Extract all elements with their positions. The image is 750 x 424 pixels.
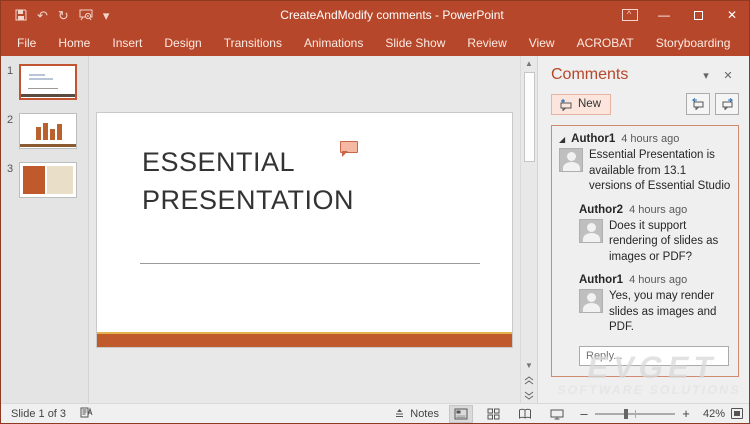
comment-thread[interactable]: ◢ Author1 4 hours ago Essential Presenta…: [551, 125, 739, 377]
panel-close-icon[interactable]: ✕: [717, 69, 739, 82]
ribbon-tab-row: File Home Insert Design Transitions Anim…: [1, 29, 749, 56]
zoom-slider[interactable]: [595, 413, 675, 415]
comment-header: ◢ Author1 4 hours ago: [559, 133, 731, 145]
reply-text: Yes, you may render slides as images and…: [609, 289, 731, 336]
slide-editor: ESSENTIAL PRESENTATION ▲ ▼: [89, 56, 537, 403]
fit-slide-to-window-button[interactable]: [731, 408, 743, 419]
maximize-button[interactable]: [681, 1, 715, 29]
title-bar: ↶ ↻ ▾ CreateAndModify comments - PowerPo…: [1, 1, 749, 29]
undo-icon[interactable]: ↶: [37, 9, 48, 22]
save-icon[interactable]: [15, 9, 27, 21]
slide-canvas[interactable]: ESSENTIAL PRESENTATION: [96, 112, 513, 348]
vertical-scrollbar[interactable]: ▲ ▼: [520, 56, 537, 403]
window-title: CreateAndModify comments - PowerPoint: [171, 8, 613, 22]
comment-marker-icon[interactable]: [340, 141, 358, 153]
ribbon-display-options-button[interactable]: [613, 1, 647, 29]
slide-thumbnail-pane: 1 2 3: [1, 56, 89, 403]
thumbnail-3-preview: [19, 162, 77, 198]
reply-text: Does it support rendering of slides as i…: [609, 219, 731, 266]
reading-view-button[interactable]: [513, 405, 537, 423]
slideshow-view-button[interactable]: [545, 405, 569, 423]
new-comment-icon: [559, 98, 573, 111]
tab-view[interactable]: View: [518, 31, 566, 55]
minimize-button[interactable]: —: [647, 1, 681, 29]
previous-comment-button[interactable]: [686, 93, 710, 115]
comment-time: 4 hours ago: [621, 133, 679, 145]
next-comment-button[interactable]: [715, 93, 739, 115]
redo-icon[interactable]: ↻: [58, 9, 69, 22]
next-slide-button[interactable]: [522, 388, 537, 403]
tab-home[interactable]: Home: [47, 31, 101, 55]
slide-counter: Slide 1 of 3: [11, 408, 66, 420]
avatar: [559, 148, 583, 172]
spell-check-icon[interactable]: [80, 406, 95, 422]
slide-thumbnail-2[interactable]: 2: [1, 113, 88, 149]
zoom-out-button[interactable]: –: [579, 406, 589, 421]
comments-panel-header: Comments ▾ ✕: [551, 66, 739, 84]
tab-transitions[interactable]: Transitions: [213, 31, 293, 55]
powerpoint-window: ↶ ↻ ▾ CreateAndModify comments - PowerPo…: [0, 0, 750, 424]
reply-input[interactable]: [579, 346, 729, 366]
slide-divider-line: [140, 263, 480, 264]
comment-reply-1: Author2 4 hours ago Does it support rend…: [579, 204, 731, 266]
avatar: [579, 219, 603, 243]
slide-title-text[interactable]: ESSENTIAL PRESENTATION: [142, 143, 354, 219]
previous-slide-button[interactable]: [522, 373, 537, 388]
comment-reply-2: Author1 4 hours ago Yes, you may render …: [579, 274, 731, 336]
new-comment-button[interactable]: New: [551, 94, 611, 115]
notes-toggle-button[interactable]: Notes: [394, 408, 439, 420]
slide-sorter-view-button[interactable]: [481, 405, 505, 423]
scroll-up-icon[interactable]: ▲: [522, 56, 537, 71]
zoom-slider-thumb[interactable]: [624, 409, 628, 419]
slide-thumbnail-1[interactable]: 1: [1, 64, 88, 100]
tab-file[interactable]: File: [15, 31, 47, 55]
reply-time: 4 hours ago: [629, 274, 687, 286]
status-bar: Slide 1 of 3 Notes: [1, 403, 749, 423]
zoom-controls: – + 42%: [579, 406, 743, 421]
tab-slide-show[interactable]: Slide Show: [374, 31, 456, 55]
avatar: [579, 289, 603, 313]
tab-review[interactable]: Review: [456, 31, 517, 55]
quick-access-toolbar: ↶ ↻ ▾: [1, 9, 171, 22]
window-controls: — ✕: [613, 1, 749, 29]
scrollbar-thumb[interactable]: [524, 72, 535, 162]
customize-qat-icon[interactable]: ▾: [103, 9, 110, 22]
thumbnail-2-preview: [19, 113, 77, 149]
tab-insert[interactable]: Insert: [101, 31, 153, 55]
comments-panel: Comments ▾ ✕ New ◢ A: [537, 56, 749, 403]
zoom-percentage[interactable]: 42%: [697, 408, 725, 420]
collapse-triangle-icon[interactable]: ◢: [559, 135, 565, 144]
comments-toolbar: New: [551, 93, 739, 115]
scroll-down-icon[interactable]: ▼: [522, 358, 537, 373]
zoom-in-button[interactable]: +: [681, 406, 691, 421]
view-shortcuts: [449, 405, 569, 423]
tab-acrobat[interactable]: ACROBAT: [566, 31, 645, 55]
panel-options-chevron-icon[interactable]: ▾: [695, 69, 717, 82]
normal-view-button[interactable]: [449, 405, 473, 423]
slide-bottom-band: [97, 332, 512, 347]
comment-text: Essential Presentation is available from…: [589, 148, 731, 195]
comment-author: Author1: [571, 133, 615, 145]
tab-animations[interactable]: Animations: [293, 31, 374, 55]
comments-panel-title: Comments: [551, 66, 695, 84]
reply-author: Author1: [579, 274, 623, 286]
main-area: 1 2 3: [1, 56, 749, 403]
reply-author: Author2: [579, 204, 623, 216]
reply-time: 4 hours ago: [629, 204, 687, 216]
notes-icon: [394, 408, 405, 419]
tab-storyboarding[interactable]: Storyboarding: [645, 31, 742, 55]
tab-design[interactable]: Design: [153, 31, 212, 55]
slide-thumbnail-3[interactable]: 3: [1, 162, 88, 198]
thumbnail-1-preview: [19, 64, 77, 100]
start-slideshow-icon[interactable]: [79, 9, 93, 21]
